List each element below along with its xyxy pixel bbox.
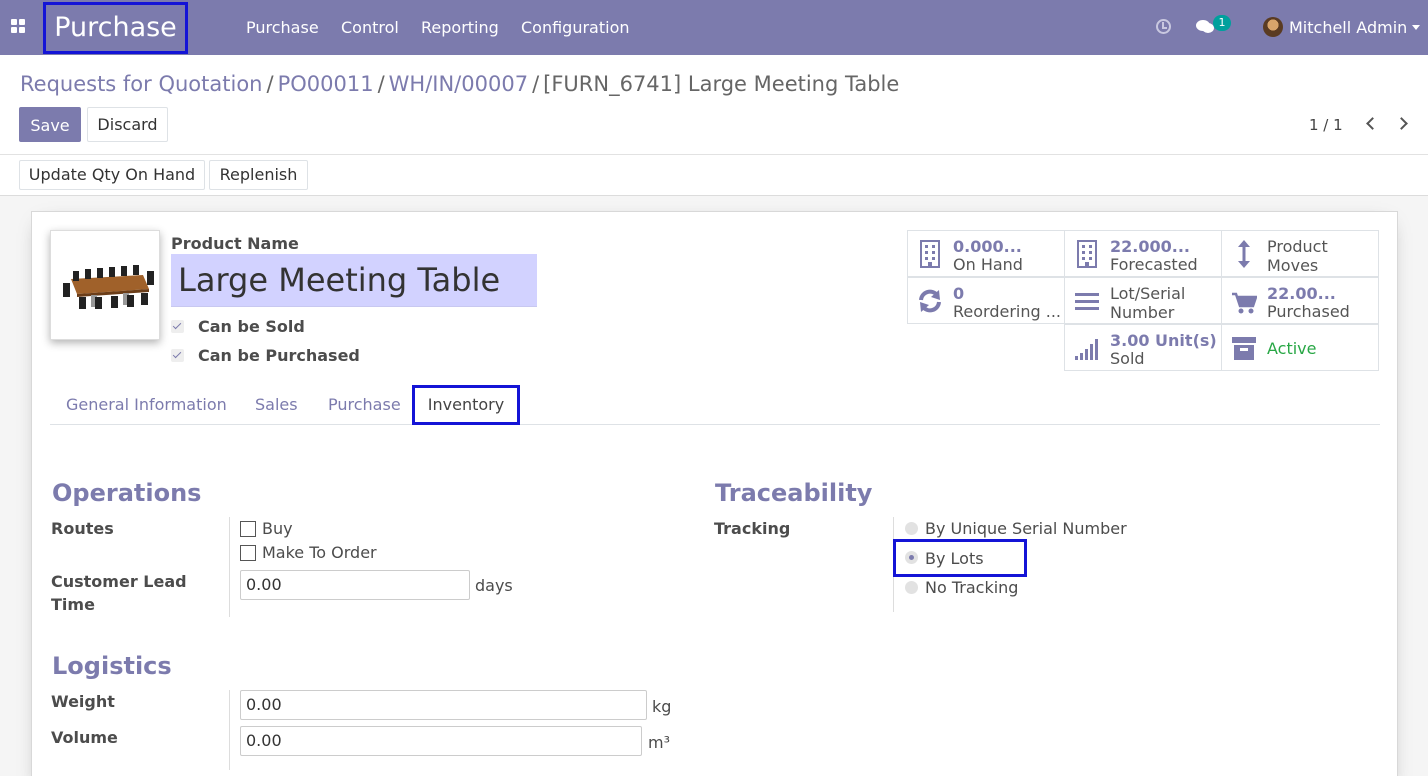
lead-time-unit: days	[475, 576, 513, 595]
weight-label: Weight	[51, 692, 115, 711]
operations-title: Operations	[52, 479, 202, 507]
menu-purchase[interactable]: Purchase	[246, 18, 319, 37]
breadcrumb: Requests for Quotation / PO00011/WH/IN/000…	[20, 72, 899, 96]
messages-chat-icon[interactable]	[1196, 20, 1214, 34]
tracking-serial-label: By Unique Serial Number	[925, 519, 1127, 538]
tracking-none-radio[interactable]	[905, 581, 918, 594]
purchased-value: 22.00...	[1267, 284, 1336, 303]
sold-button[interactable]: 3.00 Unit(s) Sold	[1064, 324, 1222, 371]
volume-label: Volume	[51, 728, 118, 747]
breadcrumb-po[interactable]: PO00011	[278, 72, 374, 96]
tab-sales[interactable]: Sales	[255, 395, 298, 414]
messages-badge: 1	[1213, 15, 1231, 31]
forecasted-value: 22.000...	[1110, 237, 1190, 256]
reordering-button[interactable]: 0 Reordering ...	[907, 277, 1065, 324]
user-menu[interactable]: Mitchell Admin	[1289, 18, 1407, 37]
tracking-none-label: No Tracking	[925, 578, 1019, 597]
route-buy-checkbox[interactable]	[240, 521, 256, 537]
user-caret-down-icon[interactable]	[1412, 25, 1420, 30]
tab-purchase[interactable]: Purchase	[328, 395, 401, 414]
forecasted-button[interactable]: 22.000... Forecasted	[1064, 230, 1222, 277]
traceability-title: Traceability	[715, 479, 873, 507]
can-be-sold-label: Can be Sold	[198, 317, 305, 336]
activity-clock-icon[interactable]	[1156, 19, 1171, 34]
tracking-label: Tracking	[714, 519, 791, 538]
archive-toggle-button[interactable]: Active	[1221, 324, 1379, 371]
cart-icon	[1232, 292, 1257, 314]
form-sheet: Product Name Large Meeting Table Can be …	[31, 211, 1398, 776]
customer-lead-time-label: Customer Lead Time	[51, 572, 187, 614]
customer-lead-time-input[interactable]: 0.00	[240, 570, 470, 600]
tracking-serial-radio[interactable]	[905, 522, 918, 535]
route-buy-label: Buy	[262, 519, 293, 538]
tracking-lots-radio[interactable]	[905, 551, 918, 564]
on-hand-button[interactable]: 0.000... On Hand	[907, 230, 1065, 277]
menu-configuration[interactable]: Configuration	[521, 18, 630, 37]
weight-input[interactable]: 0.00	[240, 690, 647, 720]
purchased-label: Purchased	[1267, 302, 1350, 321]
save-button[interactable]: Save	[19, 107, 81, 142]
lot-serial-button[interactable]: Lot/Serial Number	[1064, 277, 1222, 324]
bars-icon	[1075, 293, 1099, 310]
forecasted-label: Forecasted	[1110, 255, 1198, 274]
refresh-icon	[919, 289, 941, 313]
volume-input[interactable]: 0.00	[240, 726, 642, 756]
notebook-tabs: General Information Sales Purchase Inven…	[50, 384, 1380, 425]
breadcrumb-rfq[interactable]: Requests for Quotation	[20, 72, 262, 96]
pager-previous-icon[interactable]	[1366, 117, 1379, 130]
breadcrumb-separator: /	[266, 72, 274, 96]
menu-control[interactable]: Control	[341, 18, 399, 37]
reordering-value: 0	[953, 284, 965, 303]
logistics-title: Logistics	[52, 652, 172, 680]
sold-value: 3.00 Unit(s)	[1110, 331, 1217, 350]
archive-icon	[1232, 337, 1256, 360]
route-mto-label: Make To Order	[262, 543, 377, 562]
control-panel: Requests for Quotation / PO00011/WH/IN/000…	[0, 55, 1428, 155]
can-be-sold-checkbox[interactable]	[171, 320, 184, 333]
pager-next-icon[interactable]	[1395, 117, 1408, 130]
routes-label: Routes	[51, 519, 114, 538]
on-hand-label: On Hand	[953, 255, 1023, 274]
route-mto-checkbox[interactable]	[240, 545, 256, 561]
active-status-label: Active	[1267, 339, 1317, 358]
volume-unit: m³	[648, 733, 670, 752]
tracking-lots-label: By Lots	[925, 549, 984, 568]
sold-label: Sold	[1110, 349, 1145, 368]
arrows-v-icon	[1238, 240, 1250, 268]
menu-reporting[interactable]: Reporting	[421, 18, 499, 37]
app-brand[interactable]: Purchase	[43, 2, 188, 54]
product-moves-button[interactable]: Product Moves	[1221, 230, 1379, 277]
on-hand-value: 0.000...	[953, 237, 1022, 256]
field-divider	[229, 690, 230, 770]
product-name-input[interactable]: Large Meeting Table	[171, 254, 537, 307]
lot-serial-label: Lot/Serial Number	[1110, 284, 1186, 322]
signal-icon	[1075, 339, 1098, 360]
replenish-button[interactable]: Replenish	[209, 160, 308, 190]
breadcrumb-receipt[interactable]: WH/IN/00007	[389, 72, 528, 96]
product-moves-label: Product Moves	[1267, 237, 1328, 275]
purchased-button[interactable]: 22.00... Purchased	[1221, 277, 1379, 324]
product-name-label: Product Name	[171, 234, 299, 253]
field-divider	[229, 517, 230, 617]
can-be-purchased-label: Can be Purchased	[198, 346, 360, 365]
discard-button[interactable]: Discard	[87, 107, 168, 142]
apps-menu-icon[interactable]	[11, 19, 27, 35]
product-image[interactable]	[50, 230, 160, 340]
tab-inventory[interactable]: Inventory	[412, 385, 520, 425]
weight-unit: kg	[652, 697, 672, 716]
breadcrumb-separator: /	[377, 72, 385, 96]
top-navbar: Purchase Purchase Control Reporting Conf…	[0, 0, 1428, 55]
building-icon	[1077, 240, 1097, 268]
can-be-purchased-checkbox[interactable]	[171, 349, 184, 362]
reordering-label: Reordering ...	[953, 302, 1061, 321]
action-bar: Update Qty On Hand Replenish	[0, 155, 1428, 196]
breadcrumb-separator: /	[532, 72, 540, 96]
building-icon	[920, 240, 940, 268]
breadcrumb-current: [FURN_6741] Large Meeting Table	[543, 72, 900, 96]
tab-general-information[interactable]: General Information	[66, 395, 227, 414]
update-qty-button[interactable]: Update Qty On Hand	[19, 160, 205, 190]
user-avatar[interactable]	[1263, 17, 1283, 37]
pager-value[interactable]: 1 / 1	[1309, 116, 1343, 134]
